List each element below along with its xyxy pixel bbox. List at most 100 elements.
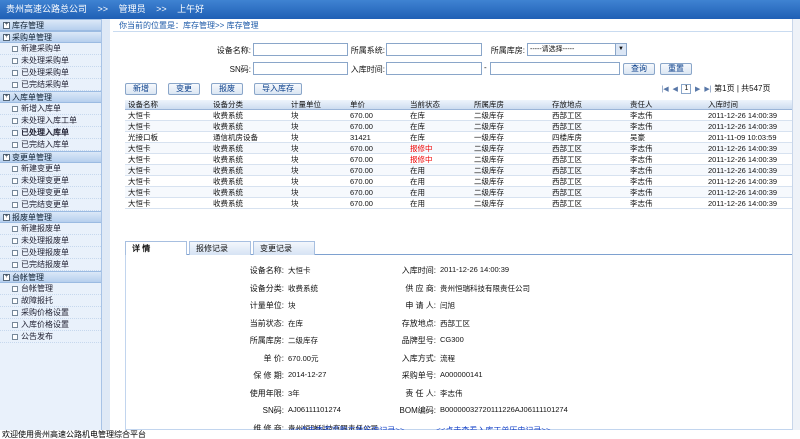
time-end-input[interactable] — [490, 62, 620, 75]
table-row[interactable]: 大恒卡 收费系统 块 670.00 在用 二级库存 西部工区 李志伟 2011-12-26 14… — [125, 198, 795, 209]
warehouse-select-value: -----请选择----- — [530, 46, 575, 53]
sidebar-splitter[interactable] — [101, 19, 110, 430]
column-header[interactable]: 当前状态 — [410, 100, 440, 110]
device-name-input[interactable] — [253, 43, 348, 56]
detail-value: 在库 — [288, 318, 303, 328]
column-header[interactable]: 设备分类 — [213, 100, 243, 110]
expand-icon: + — [3, 22, 10, 30]
expand-icon: + — [3, 274, 10, 282]
page-icon — [12, 309, 18, 316]
sidebar: + 库存管理 + 采购单管理 新建采购单未处理采购单 已处理采购单 已完结采购单 + 入库单管理… — [0, 19, 110, 430]
scrap-button[interactable]: 报废 — [211, 83, 243, 95]
table-cell: 吴豪 — [630, 133, 645, 142]
separator: >> — [97, 4, 109, 14]
column-header[interactable]: 入库时间 — [708, 100, 738, 110]
sidebar-group[interactable]: + 库存管理 — [0, 19, 109, 31]
sidebar-item[interactable]: 新建报废单 — [0, 223, 109, 235]
sidebar-item-label: 新建采购单 — [21, 44, 61, 53]
table-cell: 李志伟 — [630, 122, 653, 131]
last-page-icon[interactable]: ▶| — [704, 85, 712, 93]
table-cell: 李志伟 — [630, 199, 653, 208]
table-cell: 2011-12-26 14:00:39 — [708, 144, 778, 153]
sidebar-item[interactable]: 未处理采购单 — [0, 55, 109, 67]
sidebar-item[interactable]: 已处理变更单 — [0, 187, 109, 199]
sidebar-item[interactable]: 已完结报废单 — [0, 259, 109, 271]
detail-label: 设备分类: — [249, 283, 284, 293]
column-header[interactable]: 设备名称 — [128, 100, 158, 110]
import-button[interactable]: 导入库存 — [254, 83, 302, 95]
detail-label: 使用年限: — [249, 388, 284, 398]
sidebar-item[interactable]: 入库价格设置 — [0, 319, 109, 331]
table-cell: 收费系统 — [213, 199, 243, 208]
sidebar-group-title: 报废单管理 — [12, 213, 52, 222]
add-button[interactable]: 新增 — [125, 83, 157, 95]
sidebar-item[interactable]: 未处理变更单 — [0, 175, 109, 187]
sidebar-item[interactable]: 新建采购单 — [0, 43, 109, 55]
tab-details[interactable]: 详 情 — [125, 241, 187, 255]
warehouse-select[interactable]: -----请选择----- ▼ — [527, 43, 627, 56]
sidebar-item[interactable]: 公告发布 — [0, 331, 109, 343]
table-row[interactable]: 大恒卡 收费系统 块 670.00 报修中 二级库存 西部工区 李志伟 2011-12-26 1… — [125, 154, 795, 165]
table-row[interactable]: 光接口板 通信机房设备 块 31421 在库 一级库存 四楼库房 吴豪 2011-11-09 1… — [125, 132, 795, 143]
scrollbar[interactable] — [792, 19, 800, 430]
column-header[interactable]: 计量单位 — [291, 100, 321, 110]
change-button[interactable]: 变更 — [168, 83, 200, 95]
table-cell: 二级库存 — [474, 155, 504, 164]
table-cell: 块 — [291, 177, 299, 186]
table-cell: 2011-12-26 14:00:39 — [708, 177, 778, 186]
sidebar-item[interactable]: 已处理采购单 — [0, 67, 109, 79]
column-header[interactable]: 责任人 — [630, 100, 653, 110]
sidebar-item[interactable]: 新建变更单 — [0, 163, 109, 175]
column-header[interactable]: 单价 — [350, 100, 365, 110]
table-cell: 收费系统 — [213, 144, 243, 153]
table-cell: 670.00 — [350, 199, 373, 208]
sidebar-group[interactable]: + 入库单管理 — [0, 91, 109, 103]
table-cell: 670.00 — [350, 122, 373, 131]
system-input[interactable] — [386, 43, 482, 56]
sidebar-item[interactable]: 已处理入库单 — [0, 127, 109, 139]
query-button[interactable]: 查询 — [623, 63, 655, 75]
table-cell: 报修中 — [410, 144, 433, 153]
table-row[interactable]: 大恒卡 收费系统 块 670.00 在库 二级库存 西部工区 李志伟 2011-12-26 14… — [125, 110, 795, 121]
detail-value: AJ06111101274 — [288, 405, 341, 414]
reset-button[interactable]: 重置 — [660, 63, 692, 75]
sidebar-group[interactable]: + 报废单管理 — [0, 211, 109, 223]
sidebar-item[interactable]: 采购价格设置 — [0, 307, 109, 319]
prev-page-icon[interactable]: ◀ — [671, 85, 679, 93]
sidebar-group[interactable]: + 变更单管理 — [0, 151, 109, 163]
table-row[interactable]: 大恒卡 收费系统 块 670.00 在用 二级库存 西部工区 李志伟 2011-12-26 14… — [125, 176, 795, 187]
table-cell: 2011-12-26 14:00:39 — [708, 188, 778, 197]
page-input[interactable]: 1 — [681, 83, 692, 94]
next-page-icon[interactable]: ▶ — [694, 85, 702, 93]
sidebar-group[interactable]: + 台帐管理 — [0, 271, 109, 283]
table-cell: 大恒卡 — [128, 155, 151, 164]
table-cell: 2011-12-26 14:00:39 — [708, 155, 778, 164]
sidebar-item[interactable]: 故障报托 — [0, 295, 109, 307]
table-row[interactable]: 大恒卡 收费系统 块 670.00 在用 二级库存 西部工区 李志伟 2011-12-26 14… — [125, 187, 795, 198]
column-header[interactable]: 所属库房 — [474, 100, 504, 110]
table-cell: 李志伟 — [630, 155, 653, 164]
sidebar-item[interactable]: 已完结入库单 — [0, 139, 109, 151]
table-row[interactable]: 大恒卡 收费系统 块 670.00 在用 二级库存 西部工区 李志伟 2011-12-26 14… — [125, 165, 795, 176]
table-cell: 2011-11-09 10:03:59 — [708, 133, 777, 142]
tab-change-records[interactable]: 变更记录 — [253, 241, 315, 255]
detail-value: A000000141 — [440, 370, 483, 379]
page-icon — [12, 201, 18, 208]
sidebar-group[interactable]: + 采购单管理 — [0, 31, 109, 43]
sidebar-item[interactable]: 未处理入库工单 — [0, 115, 109, 127]
tab-repair-records[interactable]: 报修记录 — [189, 241, 251, 255]
sidebar-item[interactable]: 已完结变更单 — [0, 199, 109, 211]
sn-input[interactable] — [253, 62, 348, 75]
column-header[interactable]: 存放地点 — [552, 100, 582, 110]
sidebar-item[interactable]: 新增入库单 — [0, 103, 109, 115]
sidebar-item[interactable]: 已完结采购单 — [0, 79, 109, 91]
sidebar-item[interactable]: 未处理报废单 — [0, 235, 109, 247]
table-row[interactable]: 大恒卡 收费系统 块 670.00 在库 二级库存 西部工区 李志伟 2011-12-26 14… — [125, 121, 795, 132]
time-start-input[interactable] — [386, 62, 482, 75]
table-row[interactable]: 大恒卡 收费系统 块 670.00 报修中 二级库存 西部工区 李志伟 2011-12-26 1… — [125, 143, 795, 154]
table-cell: 2011-12-26 14:00:39 — [708, 199, 778, 208]
sidebar-item[interactable]: 已处理报废单 — [0, 247, 109, 259]
sidebar-group-title: 变更单管理 — [12, 153, 52, 162]
sidebar-item[interactable]: 台帐管理 — [0, 283, 109, 295]
first-page-icon[interactable]: |◀ — [661, 85, 669, 93]
